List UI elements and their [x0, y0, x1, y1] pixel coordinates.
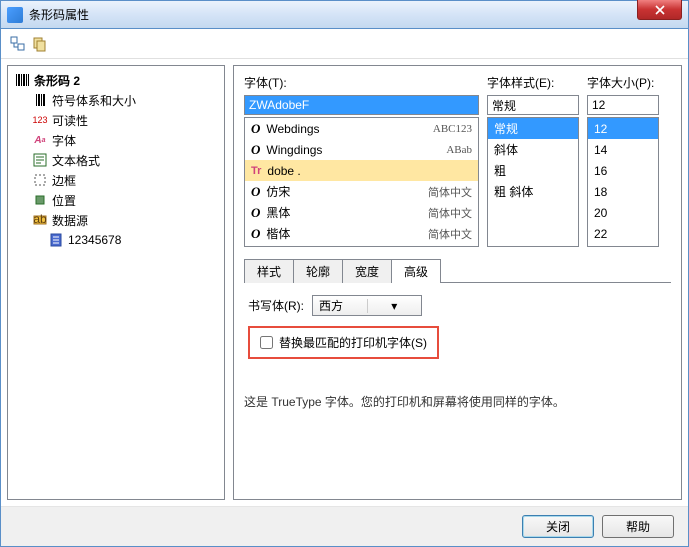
style-item[interactable]: 常规: [488, 118, 578, 139]
style-item[interactable]: 斜体: [488, 139, 578, 160]
script-combobox[interactable]: 西方 ▾: [312, 295, 422, 316]
font-item[interactable]: OWingdingsABab: [245, 139, 478, 160]
size-item[interactable]: 20: [588, 202, 658, 223]
style-item[interactable]: 粗: [488, 160, 578, 181]
size-item[interactable]: 16: [588, 160, 658, 181]
tab-content-advanced: 书写体(R): 西方 ▾ 替换最匹配的打印机字体(S): [244, 283, 671, 371]
tree-root-label: 条形码 2: [34, 72, 80, 89]
tree-item-position[interactable]: 位置: [10, 190, 222, 210]
script-label: 书写体(R):: [248, 297, 304, 314]
tree-item-textformat[interactable]: 文本格式: [10, 150, 222, 170]
tree-item-symbology[interactable]: 符号体系和大小: [10, 90, 222, 110]
tree-label: 12345678: [68, 233, 121, 247]
style-label: 字体样式(E):: [487, 74, 579, 91]
dialog-buttons: 关闭 帮助: [1, 506, 688, 546]
close-dialog-button[interactable]: 关闭: [522, 515, 594, 538]
font-preview: ABC123: [433, 123, 472, 135]
tree-label: 字体: [52, 132, 76, 149]
info-text: 这是 TrueType 字体。您的打印机和屏幕将使用同样的字体。: [244, 393, 671, 410]
svg-text:ab: ab: [33, 213, 47, 226]
barcode-icon: [14, 72, 30, 88]
size-item[interactable]: 12: [588, 118, 658, 139]
opentype-icon: O: [251, 184, 260, 200]
app-icon: [7, 7, 23, 23]
tree-label: 可读性: [52, 112, 88, 129]
size-input[interactable]: [587, 95, 659, 115]
font-preview: 简体中文: [428, 226, 472, 242]
tool-copy-icon[interactable]: [31, 35, 49, 53]
font-item[interactable]: O楷体简体中文: [245, 223, 478, 244]
data-icon: [48, 232, 64, 248]
tree-label: 数据源: [52, 212, 88, 229]
tab-advanced[interactable]: 高级: [391, 259, 441, 283]
font-item[interactable]: O仿宋简体中文: [245, 181, 478, 202]
font-preview: 简体中文: [428, 205, 472, 221]
font-panel: 字体(T): OWebdingsABC123 OWingdingsABab Tr…: [233, 65, 682, 500]
truetype-icon: Tr: [251, 165, 261, 177]
tab-outline[interactable]: 轮廓: [293, 259, 343, 283]
tab-bar: 样式 轮廓 宽度 高级: [244, 259, 671, 283]
font-input[interactable]: [244, 95, 479, 115]
tree-item-font[interactable]: Aa 字体: [10, 130, 222, 150]
tree-label: 文本格式: [52, 152, 100, 169]
script-value: 西方: [313, 297, 367, 314]
dropdown-arrow-icon: ▾: [367, 299, 422, 313]
textformat-icon: [32, 152, 48, 168]
size-label: 字体大小(P):: [587, 74, 659, 91]
window-title: 条形码属性: [29, 6, 688, 23]
tree-item-data-value[interactable]: 12345678: [10, 230, 222, 250]
close-button[interactable]: [637, 0, 682, 20]
datasource-icon: ab: [32, 212, 48, 228]
font-preview: 简体中文: [428, 184, 472, 200]
opentype-icon: O: [251, 142, 260, 158]
opentype-icon: O: [251, 205, 260, 221]
font-item[interactable]: OWebdingsABC123: [245, 118, 478, 139]
tree-item-datasource[interactable]: ab 数据源: [10, 210, 222, 230]
font-icon: Aa: [32, 132, 48, 148]
close-icon: [655, 5, 665, 15]
opentype-icon: O: [251, 226, 260, 242]
font-label: 字体(T):: [244, 74, 479, 91]
tree-label: 边框: [52, 172, 76, 189]
help-button[interactable]: 帮助: [602, 515, 674, 538]
tree-root[interactable]: 条形码 2: [10, 70, 222, 90]
font-listbox[interactable]: OWebdingsABC123 OWingdingsABab Trdobe . …: [244, 117, 479, 247]
tree-item-readability[interactable]: 123 可读性: [10, 110, 222, 130]
border-icon: [32, 172, 48, 188]
size-item[interactable]: 22: [588, 223, 658, 244]
style-input[interactable]: [487, 95, 579, 115]
tree-label: 符号体系和大小: [52, 92, 136, 109]
style-item[interactable]: 粗 斜体: [488, 181, 578, 202]
size-item[interactable]: 14: [588, 139, 658, 160]
tab-style[interactable]: 样式: [244, 259, 294, 283]
tree-label: 位置: [52, 192, 76, 209]
substitute-checkbox[interactable]: [260, 336, 273, 349]
number-icon: 123: [32, 112, 48, 128]
tree-item-border[interactable]: 边框: [10, 170, 222, 190]
highlight-region: 替换最匹配的打印机字体(S): [248, 326, 439, 359]
size-listbox[interactable]: 12 14 16 18 20 22: [587, 117, 659, 247]
opentype-icon: O: [251, 121, 260, 137]
property-tree[interactable]: 条形码 2 符号体系和大小 123 可读性 Aa 字体 文本格式 边框 位置 a…: [7, 65, 225, 500]
barcode-icon: [32, 92, 48, 108]
style-listbox[interactable]: 常规 斜体 粗 粗 斜体: [487, 117, 579, 247]
position-icon: [32, 192, 48, 208]
font-item[interactable]: O黑体简体中文: [245, 202, 478, 223]
tool-select-icon[interactable]: [9, 35, 27, 53]
size-item[interactable]: 18: [588, 181, 658, 202]
toolbar: [1, 29, 688, 59]
substitute-label: 替换最匹配的打印机字体(S): [279, 334, 427, 351]
font-item[interactable]: Trdobe .: [245, 160, 478, 181]
font-preview: ABab: [446, 144, 472, 156]
title-bar: 条形码属性: [1, 1, 688, 29]
tab-width[interactable]: 宽度: [342, 259, 392, 283]
